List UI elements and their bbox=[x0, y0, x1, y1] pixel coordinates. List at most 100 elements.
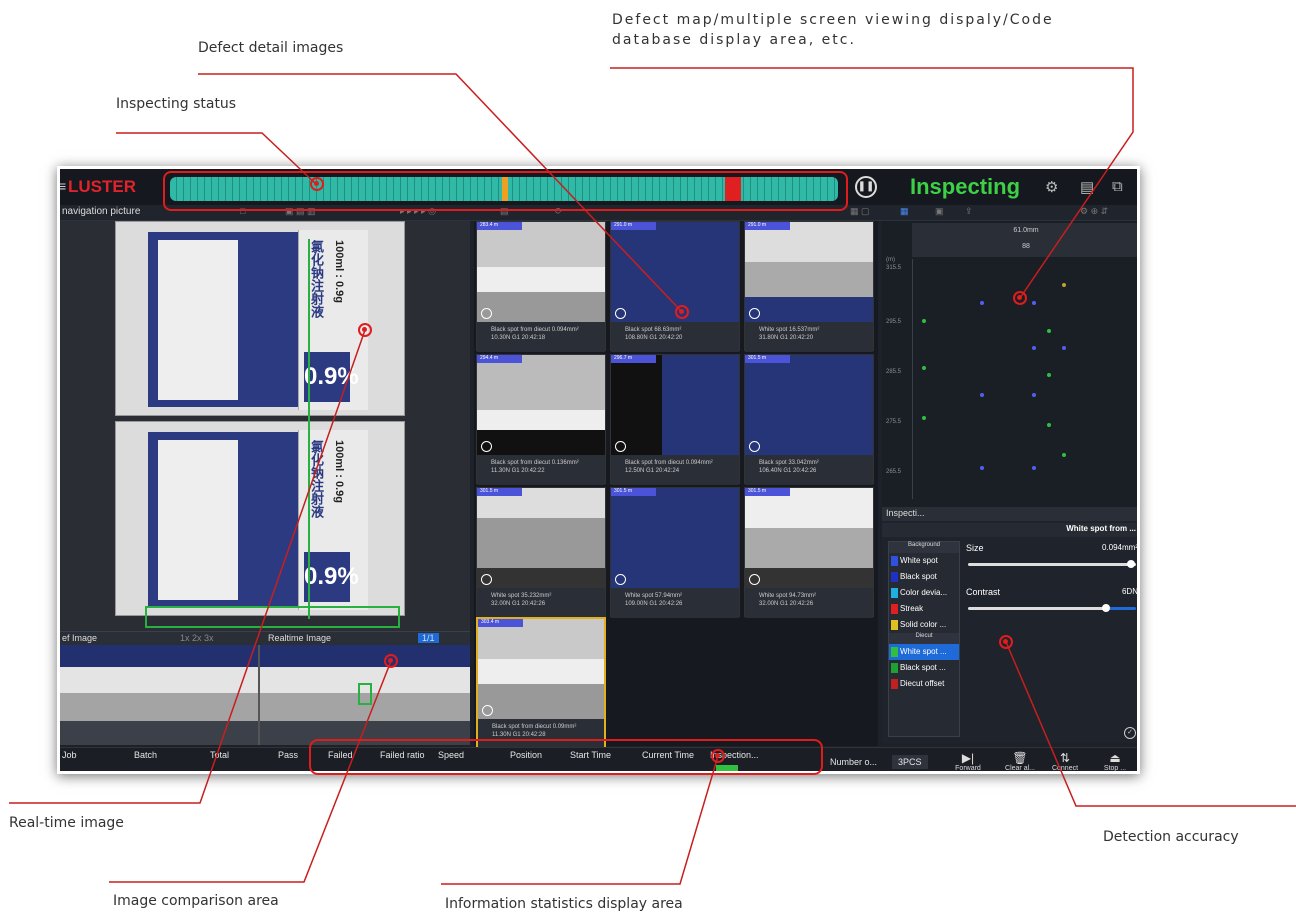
label-percent-2: 0.9% bbox=[304, 552, 359, 602]
marker-accuracy bbox=[999, 635, 1013, 649]
annotation-defect-detail: Defect detail images bbox=[198, 40, 344, 56]
accuracy-controls: Size 0.094mm² Contrast 6DN bbox=[964, 541, 1137, 691]
defect-thumb[interactable]: 301.5 m Black spot 33.042mm² 106.40N G1 2… bbox=[744, 354, 874, 485]
image-comparison-area[interactable] bbox=[60, 645, 470, 745]
information-statistics-bar: Job Batch Total Pass Failed Failed ratio… bbox=[60, 747, 1137, 771]
list-item[interactable]: Color devia... bbox=[889, 585, 959, 601]
label-volume: 100ml : 0.9g bbox=[333, 240, 345, 303]
col-failed: Failed bbox=[328, 750, 353, 760]
size-slider-knob[interactable] bbox=[1126, 560, 1135, 568]
marker-defect-detail bbox=[675, 305, 689, 319]
map-defect-dot[interactable] bbox=[980, 393, 984, 397]
map-header: 61.0mm 88 bbox=[912, 223, 1137, 257]
map-y-tick: 295.5 bbox=[886, 319, 902, 325]
inspection-status-text: Inspecting bbox=[910, 174, 1021, 199]
col-failed-ratio: Failed ratio bbox=[380, 750, 425, 760]
layout-icon[interactable]: ▣ ▤ ▥ bbox=[285, 206, 316, 217]
map-view-icon[interactable]: ▦ bbox=[900, 206, 909, 217]
map-defect-dot[interactable] bbox=[1062, 283, 1066, 287]
defect-thumb[interactable]: 283.4 m Black spot from diecut 0.094mm² 1… bbox=[476, 221, 606, 352]
confirm-icon[interactable]: ✓ bbox=[1124, 727, 1136, 739]
stop-button[interactable]: ⏏ Stop ... bbox=[1100, 751, 1130, 771]
map-defect-dot[interactable] bbox=[1047, 423, 1051, 427]
list-item[interactable]: Diecut offset bbox=[889, 676, 959, 692]
map-defect-dot[interactable] bbox=[1032, 466, 1036, 470]
defect-thumb[interactable]: 294.4 m Black spot from diecut 0.136mm² 1… bbox=[476, 354, 606, 485]
inspection-status-bar[interactable] bbox=[170, 177, 838, 201]
defect-thumb-selected[interactable]: 303.4 m Black spot from diecut 0.09mm² 11… bbox=[476, 617, 606, 749]
group-background[interactable]: Background bbox=[889, 542, 959, 553]
connect-button[interactable]: ⇅ Connect bbox=[1050, 751, 1080, 771]
marker-icon[interactable]: ▤ bbox=[500, 206, 509, 217]
status-defect-segment bbox=[725, 177, 741, 201]
map-defect-dot[interactable] bbox=[1062, 346, 1066, 350]
pause-button[interactable]: ❚❚ bbox=[855, 176, 877, 198]
tool-icons[interactable]: ▸ ▸ ▸ ▸ ◎ bbox=[400, 206, 436, 217]
navigation-picture[interactable]: 氯化钠注射液 100ml : 0.9g 0.9% 氯化钠注射液 100ml : … bbox=[60, 221, 470, 631]
defect-thumb[interactable]: 301.5 m White spot 35.232mm² 32.00N G1 20… bbox=[476, 487, 606, 618]
col-start-time: Start Time bbox=[570, 750, 612, 760]
map-defect-dot[interactable] bbox=[1047, 329, 1051, 333]
list-item[interactable]: Black spot ... bbox=[889, 660, 959, 676]
list-view-icon[interactable]: ▣ bbox=[935, 206, 944, 217]
defect-thumb[interactable]: 291.0 m Black spot 68.63mm² 108.80N G1 20… bbox=[610, 221, 740, 352]
grid-icon[interactable]: ▦ ▢ bbox=[850, 206, 870, 217]
roi-box[interactable] bbox=[145, 606, 400, 628]
map-tools-icon[interactable]: ⚙ ⊕ ⇵ bbox=[1080, 206, 1108, 217]
map-defect-dot[interactable] bbox=[1032, 301, 1036, 305]
size-slider[interactable] bbox=[968, 560, 1136, 568]
map-defect-dot[interactable] bbox=[922, 366, 926, 370]
clear-all-button[interactable]: 🗑 Clear al... bbox=[1005, 751, 1035, 771]
defect-map[interactable]: 61.0mm 88 (m) 315.5 295.5 285.5 275.5 26… bbox=[882, 221, 1137, 507]
menu-icon[interactable]: ≡ bbox=[60, 178, 66, 194]
forward-button[interactable]: ▶|Forward t... bbox=[953, 751, 983, 771]
page-indicator[interactable]: 1/1 bbox=[418, 633, 439, 643]
col-total: Total bbox=[210, 750, 230, 760]
defect-thumb[interactable]: 291.0 m White spot 16.537mm² 31.80N G1 20… bbox=[744, 221, 874, 352]
navigation-title: navigation picture bbox=[62, 206, 141, 217]
number-of-value[interactable]: 3PCS bbox=[892, 755, 928, 769]
app-logo: LUSTER bbox=[68, 177, 136, 196]
list-item-selected[interactable]: White spot ... bbox=[889, 644, 959, 660]
map-y-tick: 315.5 bbox=[886, 265, 902, 271]
inspection-settings-panel: Inspecti... White spot from ... Backgrou… bbox=[882, 507, 1137, 743]
col-current-time: Current Time bbox=[642, 750, 695, 760]
list-item[interactable]: Streak bbox=[889, 601, 959, 617]
contrast-slider-knob[interactable] bbox=[1101, 604, 1110, 612]
defect-thumb[interactable]: 301.5 m White spot 57.94mm² 109.00N G1 20… bbox=[610, 487, 740, 618]
map-defect-dot[interactable] bbox=[980, 466, 984, 470]
map-defect-dot[interactable] bbox=[922, 319, 926, 323]
defect-detail-grid: 283.4 m Black spot from diecut 0.094mm² 1… bbox=[474, 221, 878, 749]
col-batch: Batch bbox=[134, 750, 158, 760]
group-diecut[interactable]: Diecut bbox=[889, 633, 959, 644]
sub-toolbar: navigation picture □ ▣ ▤ ▥ ▸ ▸ ▸ ▸ ◎ ▤ ⟳… bbox=[60, 205, 1137, 221]
map-defect-dot[interactable] bbox=[980, 301, 984, 305]
product-label-bottom: 氯化钠注射液 100ml : 0.9g 0.9% bbox=[115, 421, 405, 616]
map-defect-dot[interactable] bbox=[1062, 453, 1066, 457]
defect-thumb[interactable]: 296.7 m Black spot from diecut 0.094mm² 1… bbox=[610, 354, 740, 485]
map-defect-dot[interactable] bbox=[1032, 393, 1036, 397]
title-bar: ≡ LUSTER ❚❚ Inspecting ⚙ ▤ ⧉ bbox=[60, 169, 1137, 205]
map-defect-dot[interactable] bbox=[922, 416, 926, 420]
selected-defect-type: White spot from ... bbox=[882, 523, 1137, 537]
export-icon[interactable]: ⇪ bbox=[965, 206, 973, 217]
contrast-slider[interactable] bbox=[968, 604, 1136, 612]
refresh-icon[interactable]: ⟳ bbox=[555, 206, 563, 217]
map-y-unit: (m) bbox=[886, 257, 895, 263]
window-icon[interactable]: ⧉ bbox=[1112, 178, 1123, 195]
list-item[interactable]: Black spot bbox=[889, 569, 959, 585]
fit-icon[interactable]: □ bbox=[240, 206, 245, 216]
map-defect-dot[interactable] bbox=[1047, 373, 1051, 377]
defect-thumb[interactable]: 301.5 m White spot 94.73mm² 32.00N G1 20:… bbox=[744, 487, 874, 618]
realtime-roi bbox=[358, 683, 372, 705]
inspection-indicator bbox=[716, 765, 738, 771]
map-y-tick: 265.5 bbox=[886, 469, 902, 475]
zoom-options[interactable]: 1x 2x 3x bbox=[180, 633, 214, 643]
panel-title: Inspecti... bbox=[882, 507, 1137, 521]
col-job: Job bbox=[62, 750, 77, 760]
list-item[interactable]: White spot bbox=[889, 553, 959, 569]
settings-icon[interactable]: ⚙ bbox=[1045, 178, 1058, 196]
report-icon[interactable]: ▤ bbox=[1080, 178, 1094, 196]
list-item[interactable]: Solid color ... bbox=[889, 617, 959, 633]
map-defect-dot[interactable] bbox=[1032, 346, 1036, 350]
